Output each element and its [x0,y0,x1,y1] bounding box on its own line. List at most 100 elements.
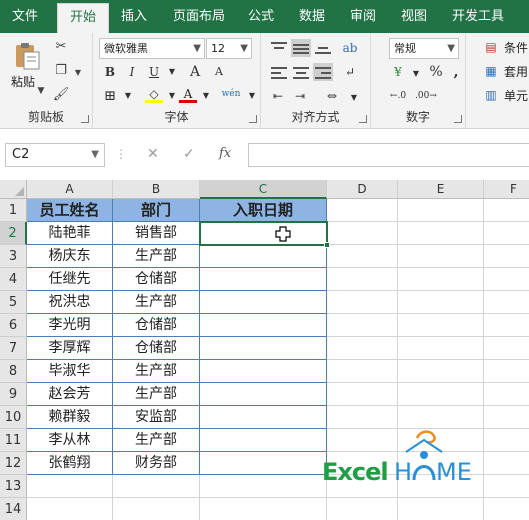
cell-c5[interactable] [200,291,327,314]
orientation-icon[interactable]: ab [341,39,359,57]
select-all-button[interactable] [0,180,27,199]
cell-f3[interactable] [484,245,529,268]
cell-a7[interactable]: 李厚辉 [27,337,113,360]
cell-d1[interactable] [327,199,398,222]
cell-a13[interactable] [27,475,113,498]
cell-c11[interactable] [200,429,327,452]
cell-c3[interactable] [200,245,327,268]
bold-button[interactable]: B [101,63,119,81]
tab-insert[interactable]: 插入 [112,0,156,33]
row-header-13[interactable]: 13 [0,475,27,498]
tab-view[interactable]: 视图 [392,0,436,33]
cell-d10[interactable] [327,406,398,429]
paste-dropdown-icon[interactable]: ▼ [32,83,50,101]
row-header-3[interactable]: 3 [0,245,27,268]
cell-b13[interactable] [113,475,200,498]
row-header-10[interactable]: 10 [0,406,27,429]
column-header-f[interactable]: F [484,180,529,199]
cell-a11[interactable]: 李从林 [27,429,113,452]
borders-dropdown-icon[interactable]: ▼ [119,87,137,105]
cell-b4[interactable]: 仓储部 [113,268,200,291]
cell-e8[interactable] [398,360,484,383]
cell-b1[interactable]: 部门 [113,199,200,222]
tab-file[interactable]: 文件 [0,0,50,33]
cell-c1[interactable]: 入职日期 [200,199,327,222]
cell-c6[interactable] [200,314,327,337]
font-launcher-icon[interactable] [249,115,257,123]
increase-decimal-icon[interactable]: ←.0 [389,87,407,105]
cell-b12[interactable]: 财务部 [113,452,200,475]
font-size-combo[interactable]: 12 ▼ [206,38,252,59]
cell-f9[interactable] [484,383,529,406]
cell-d6[interactable] [327,314,398,337]
cell-b7[interactable]: 仓储部 [113,337,200,360]
font-color-dropdown-icon[interactable]: ▼ [197,87,215,105]
align-left-button[interactable] [269,63,289,81]
cell-a1[interactable]: 员工姓名 [27,199,113,222]
cell-f13[interactable] [484,475,529,498]
cell-f4[interactable] [484,268,529,291]
cell-c13[interactable] [200,475,327,498]
cell-f14[interactable] [484,498,529,520]
cell-e9[interactable] [398,383,484,406]
phonetic-button[interactable]: wén [217,85,245,103]
cell-a10[interactable]: 赖群毅 [27,406,113,429]
cell-d14[interactable] [327,498,398,520]
row-header-11[interactable]: 11 [0,429,27,452]
cut-icon[interactable]: ✂ [52,39,70,57]
cell-a5[interactable]: 祝洪忠 [27,291,113,314]
format-as-table-button[interactable]: 套用 [504,63,528,80]
insert-function-icon[interactable]: fx [219,146,231,161]
cell-a2[interactable]: 陆艳菲 [27,222,113,245]
underline-button[interactable]: U [145,63,163,81]
align-center-button[interactable] [291,63,311,81]
cell-b11[interactable]: 生产部 [113,429,200,452]
number-format-combo[interactable]: 常规 ▼ [389,38,459,59]
cell-d4[interactable] [327,268,398,291]
align-right-button[interactable] [313,63,333,81]
cell-e14[interactable] [398,498,484,520]
cell-c12[interactable] [200,452,327,475]
tab-developer[interactable]: 开发工具 [444,0,512,33]
italic-button[interactable]: I [123,63,141,81]
row-header-7[interactable]: 7 [0,337,27,360]
merge-center-icon[interactable]: ⇔ [323,87,341,105]
cell-d3[interactable] [327,245,398,268]
cell-e5[interactable] [398,291,484,314]
cell-b10[interactable]: 安监部 [113,406,200,429]
cell-b5[interactable]: 生产部 [113,291,200,314]
cell-e2[interactable] [398,222,484,245]
cell-c8[interactable] [200,360,327,383]
cell-d8[interactable] [327,360,398,383]
row-header-2[interactable]: 2 [0,222,27,245]
clipboard-launcher-icon[interactable] [81,115,89,123]
phonetic-dropdown-icon[interactable]: ▼ [243,87,261,105]
cell-d7[interactable] [327,337,398,360]
cell-c10[interactable] [200,406,327,429]
row-header-4[interactable]: 4 [0,268,27,291]
tab-data[interactable]: 数据 [290,0,334,33]
cell-d9[interactable] [327,383,398,406]
underline-dropdown-icon[interactable]: ▼ [163,63,181,81]
cell-a6[interactable]: 李光明 [27,314,113,337]
copy-dropdown-icon[interactable]: ▼ [69,65,87,83]
cell-e7[interactable] [398,337,484,360]
cell-e3[interactable] [398,245,484,268]
accounting-dropdown-icon[interactable]: ▼ [407,65,425,83]
cell-d2[interactable] [327,222,398,245]
conditional-format-button[interactable]: 条件 [504,39,528,56]
accounting-format-icon[interactable]: ¥ [389,63,407,81]
comma-button[interactable]: , [447,63,465,81]
grow-font-button[interactable]: A [186,63,204,81]
cell-a14[interactable] [27,498,113,520]
cell-b3[interactable]: 生产部 [113,245,200,268]
cell-e6[interactable] [398,314,484,337]
column-header-e[interactable]: E [398,180,484,199]
number-launcher-icon[interactable] [454,115,462,123]
wrap-text-icon[interactable]: ↵ [341,63,359,81]
row-header-9[interactable]: 9 [0,383,27,406]
cell-f1[interactable] [484,199,529,222]
cell-f11[interactable] [484,429,529,452]
row-header-14[interactable]: 14 [0,498,27,520]
cell-e10[interactable] [398,406,484,429]
